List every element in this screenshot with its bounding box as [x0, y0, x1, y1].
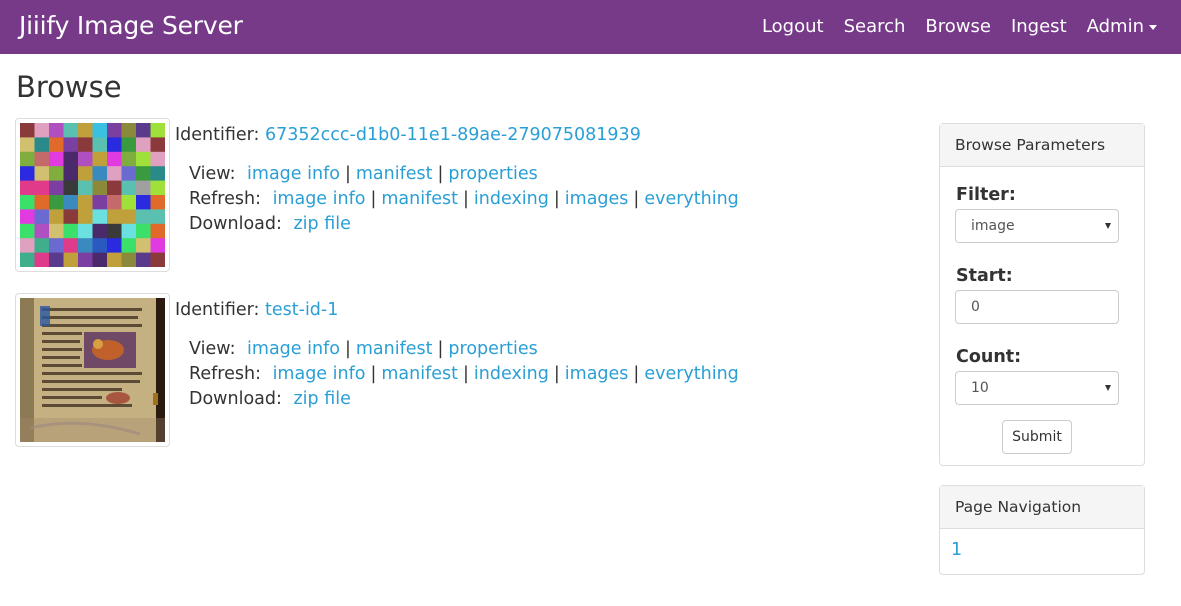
page-title: Browse	[16, 70, 122, 104]
view-manifest-link[interactable]: manifest	[356, 339, 433, 359]
identifier-row: Identifier: 67352ccc-d1b0-11e1-89ae-2790…	[175, 122, 641, 148]
identifier-label: Identifier:	[175, 300, 260, 320]
filter-label: Filter:	[956, 185, 1016, 205]
identifier-link[interactable]: test-id-1	[265, 300, 338, 320]
download-zip-link[interactable]: zip file	[293, 389, 350, 409]
nav-admin-dropdown[interactable]: Admin	[1077, 14, 1167, 40]
refresh-images-link[interactable]: images	[565, 364, 629, 384]
panel-heading: Page Navigation	[940, 486, 1144, 529]
submit-button[interactable]: Submit	[1002, 420, 1072, 454]
refresh-indexing-link[interactable]: indexing	[474, 189, 549, 209]
dropdown-arrow-icon	[1105, 385, 1111, 391]
download-label: Download:	[189, 214, 282, 234]
identifier-label: Identifier:	[175, 125, 260, 145]
nav-links: Logout Search Browse Ingest Admin	[752, 14, 1167, 40]
download-zip-link[interactable]: zip file	[293, 214, 350, 234]
nav-browse[interactable]: Browse	[915, 14, 1001, 40]
view-row: View: image info | manifest | properties	[189, 164, 538, 184]
filter-selected-value: image	[971, 218, 1015, 234]
refresh-manifest-link[interactable]: manifest	[381, 189, 458, 209]
nav-ingest[interactable]: Ingest	[1001, 14, 1077, 40]
count-selected-value: 10	[971, 380, 989, 396]
refresh-everything-link[interactable]: everything	[644, 189, 738, 209]
thumbnail-link[interactable]	[15, 118, 170, 272]
action-rows: View: image info | manifest | properties Ref…	[189, 162, 739, 237]
refresh-manifest-link[interactable]: manifest	[381, 364, 458, 384]
identifier-link[interactable]: 67352ccc-d1b0-11e1-89ae-279075081939	[265, 125, 641, 145]
filter-select[interactable]: image	[955, 209, 1119, 243]
nav-admin-label: Admin	[1086, 16, 1144, 37]
download-row: Download: zip file	[189, 387, 739, 412]
view-image-info-link[interactable]: image info	[247, 339, 340, 359]
refresh-image-info-link[interactable]: image info	[273, 364, 366, 384]
refresh-label: Refresh:	[189, 364, 261, 384]
thumbnail-link[interactable]	[15, 293, 170, 447]
manuscript-thumbnail	[20, 298, 165, 442]
nav-search[interactable]: Search	[834, 14, 916, 40]
download-label: Download:	[189, 389, 282, 409]
page-link-1[interactable]: 1	[951, 540, 962, 560]
view-manifest-link[interactable]: manifest	[356, 164, 433, 184]
start-label: Start:	[956, 266, 1013, 286]
view-label: View:	[189, 164, 236, 184]
view-row: View: image info | manifest | properties	[189, 339, 538, 359]
refresh-indexing-link[interactable]: indexing	[474, 364, 549, 384]
nav-logout[interactable]: Logout	[752, 14, 834, 40]
browse-parameters-panel: Browse Parameters Filter: image Start: 0…	[939, 123, 1145, 466]
brand-link[interactable]: Jiiify Image Server	[19, 10, 243, 42]
view-properties-link[interactable]: properties	[448, 164, 537, 184]
navbar: Jiiify Image Server Logout Search Browse…	[0, 0, 1181, 54]
identifier-row: Identifier: test-id-1	[175, 297, 338, 323]
refresh-image-info-link[interactable]: image info	[273, 189, 366, 209]
start-input[interactable]: 0	[955, 290, 1119, 324]
caret-down-icon	[1149, 24, 1157, 30]
action-rows: View: image info | manifest | properties Ref…	[189, 337, 739, 412]
refresh-row: Refresh: image info | manifest | indexing | im…	[189, 189, 739, 209]
view-image-info-link[interactable]: image info	[247, 164, 340, 184]
download-row: Download: zip file	[189, 212, 739, 237]
count-select[interactable]: 10	[955, 371, 1119, 405]
count-label: Count:	[956, 347, 1022, 367]
refresh-images-link[interactable]: images	[565, 189, 629, 209]
view-properties-link[interactable]: properties	[448, 339, 537, 359]
refresh-row: Refresh: image info | manifest | indexing | im…	[189, 364, 739, 384]
view-label: View:	[189, 339, 236, 359]
refresh-label: Refresh:	[189, 189, 261, 209]
page-navigation-panel: Page Navigation 1	[939, 485, 1145, 575]
refresh-everything-link[interactable]: everything	[644, 364, 738, 384]
panel-heading: Browse Parameters	[940, 124, 1144, 167]
color-mosaic-thumbnail	[20, 123, 165, 267]
dropdown-arrow-icon	[1105, 223, 1111, 229]
